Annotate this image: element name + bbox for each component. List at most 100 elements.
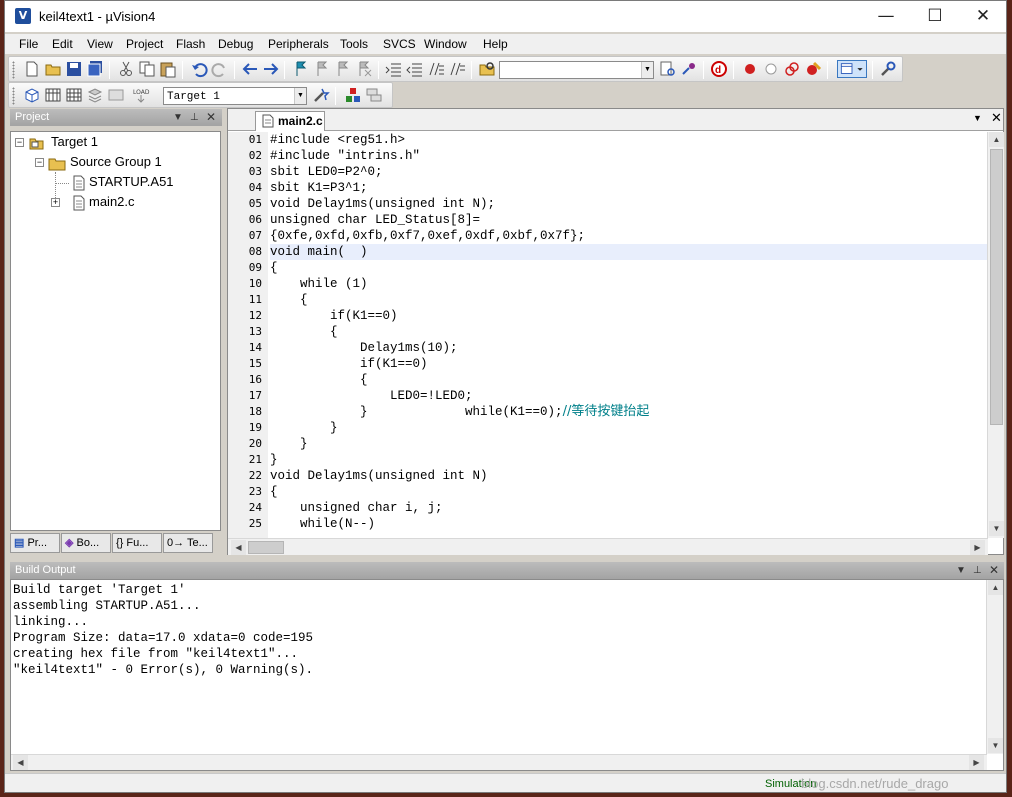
comment-icon[interactable]: [427, 60, 445, 78]
chevron-down-icon[interactable]: ▼: [173, 109, 183, 126]
code-line[interactable]: #include "intrins.h": [270, 148, 988, 164]
code-line[interactable]: void Delay1ms(unsigned int N);: [270, 196, 988, 212]
pin-icon[interactable]: ⊥: [190, 109, 199, 126]
debug-session-icon[interactable]: d: [710, 60, 728, 78]
open-folder-icon[interactable]: [44, 60, 62, 78]
translate-icon[interactable]: [23, 86, 41, 104]
tab-main2c[interactable]: main2.c: [255, 111, 325, 131]
next-bookmark-icon[interactable]: [334, 60, 352, 78]
unindent-icon[interactable]: [406, 60, 424, 78]
code-line[interactable]: sbit K1=P3^1;: [270, 180, 988, 196]
clear-bookmarks-icon[interactable]: [355, 60, 373, 78]
code-line[interactable]: void main( ): [270, 244, 988, 260]
disable-breakpoints-icon[interactable]: [783, 60, 801, 78]
target-options-icon[interactable]: [312, 86, 330, 104]
build-output-panel[interactable]: Build target 'Target 1' assembling STARTU…: [10, 579, 1004, 771]
code-line[interactable]: {: [270, 260, 988, 276]
navigate-forward-icon[interactable]: [262, 60, 280, 78]
incremental-find-icon[interactable]: [680, 60, 698, 78]
save-all-icon[interactable]: [86, 60, 104, 78]
maximize-button[interactable]: ☐: [912, 1, 958, 32]
menu-tools[interactable]: Tools: [340, 37, 368, 51]
tab-templates[interactable]: 0→ Te...: [163, 533, 213, 553]
tree-file-main2[interactable]: main2.c: [89, 194, 135, 210]
build-icon[interactable]: [44, 86, 62, 104]
rebuild-icon[interactable]: [65, 86, 83, 104]
chevron-down-icon[interactable]: ▼: [294, 88, 306, 104]
menu-flash[interactable]: Flash: [176, 37, 205, 51]
code-line[interactable]: Delay1ms(10);: [270, 340, 988, 356]
collapse-toggle[interactable]: −: [35, 158, 44, 167]
cut-icon[interactable]: [117, 60, 135, 78]
menu-peripherals[interactable]: Peripherals: [268, 37, 329, 51]
close-icon[interactable]: ✕: [991, 111, 1002, 126]
expand-toggle[interactable]: +: [51, 198, 60, 207]
navigate-back-icon[interactable]: [241, 60, 259, 78]
code-line[interactable]: {: [270, 292, 988, 308]
download-load-icon[interactable]: LOAD: [132, 86, 150, 104]
window-layout-icon[interactable]: [837, 60, 867, 78]
find-combo[interactable]: ▼: [499, 61, 654, 79]
scroll-right-icon[interactable]: ▶: [969, 755, 984, 770]
save-icon[interactable]: [65, 60, 83, 78]
code-line[interactable]: {: [270, 324, 988, 340]
code-line[interactable]: {: [270, 372, 988, 388]
tree-file-startup[interactable]: STARTUP.A51: [89, 174, 174, 190]
scroll-thumb[interactable]: [990, 149, 1003, 425]
enable-breakpoint-icon[interactable]: [762, 60, 780, 78]
undo-icon[interactable]: [190, 60, 208, 78]
code-line[interactable]: LED0=!LED0;: [270, 388, 988, 404]
minimize-button[interactable]: —: [863, 1, 909, 32]
configure-wrench-icon[interactable]: [879, 60, 897, 78]
redo-icon[interactable]: [211, 60, 229, 78]
collapse-toggle[interactable]: −: [15, 138, 24, 147]
menu-view[interactable]: View: [87, 37, 113, 51]
tab-project[interactable]: ▤ Pr...: [10, 533, 60, 553]
new-file-icon[interactable]: [23, 60, 41, 78]
batch-build-icon[interactable]: [86, 86, 104, 104]
toolbar-grip[interactable]: [12, 61, 15, 79]
indent-icon[interactable]: [385, 60, 403, 78]
close-icon[interactable]: ✕: [206, 109, 216, 126]
code-editor[interactable]: main2.c ▼ ✕ 01 02 03 04 05 06 07 08 09 10 11 12 13 14…: [227, 108, 1004, 555]
output-vertical-scrollbar[interactable]: ▲ ▼: [986, 580, 1003, 754]
tab-functions[interactable]: {} Fu...: [112, 533, 162, 553]
code-area[interactable]: #include <reg51.h> #include "intrins.h" sb…: [270, 132, 988, 542]
code-line[interactable]: } while(K1==0);//等待按键抬起: [270, 404, 988, 420]
tree-target[interactable]: Target 1: [51, 134, 98, 150]
copy-icon[interactable]: [138, 60, 156, 78]
toolbar-grip[interactable]: [12, 87, 15, 105]
code-line[interactable]: sbit LED0=P2^0;: [270, 164, 988, 180]
chevron-down-icon[interactable]: ▼: [956, 562, 966, 579]
menu-window[interactable]: Window: [424, 37, 467, 51]
prev-bookmark-icon[interactable]: [313, 60, 331, 78]
code-line[interactable]: unsigned char LED_Status[8]=: [270, 212, 988, 228]
code-line[interactable]: while (1): [270, 276, 988, 292]
uncomment-icon[interactable]: [448, 60, 466, 78]
editor-vertical-scrollbar[interactable]: ▲ ▼: [987, 132, 1004, 538]
menu-help[interactable]: Help: [483, 37, 508, 51]
menu-file[interactable]: File: [19, 37, 38, 51]
menu-debug[interactable]: Debug: [218, 37, 253, 51]
scroll-thumb[interactable]: [248, 541, 284, 554]
scroll-down-icon[interactable]: ▼: [989, 521, 1004, 536]
target-select[interactable]: Target 1 ▼: [163, 87, 307, 105]
kill-breakpoints-icon[interactable]: [804, 60, 822, 78]
bookmark-icon[interactable]: [292, 60, 310, 78]
output-horizontal-scrollbar[interactable]: ◀ ▶: [11, 754, 987, 770]
code-line[interactable]: {0xfe,0xfd,0xfb,0xf7,0xef,0xdf,0xbf,0x7f…: [270, 228, 988, 244]
tab-books[interactable]: ◈ Bo...: [61, 533, 111, 553]
code-line[interactable]: void Delay1ms(unsigned int N): [270, 468, 988, 484]
tree-source-group[interactable]: Source Group 1: [70, 154, 162, 170]
file-extensions-icon[interactable]: [365, 86, 383, 104]
scroll-left-icon[interactable]: ◀: [231, 540, 246, 555]
paste-icon[interactable]: [159, 60, 177, 78]
editor-horizontal-scrollbar[interactable]: ◀ ▶: [228, 538, 988, 555]
chevron-down-icon[interactable]: ▼: [641, 62, 653, 78]
manage-components-icon[interactable]: [344, 86, 362, 104]
scroll-up-icon[interactable]: ▲: [989, 132, 1004, 147]
code-line[interactable]: unsigned char i, j;: [270, 500, 988, 516]
code-line[interactable]: if(K1==0): [270, 356, 988, 372]
menu-svcs[interactable]: SVCS: [383, 37, 416, 51]
scroll-right-icon[interactable]: ▶: [970, 540, 985, 555]
